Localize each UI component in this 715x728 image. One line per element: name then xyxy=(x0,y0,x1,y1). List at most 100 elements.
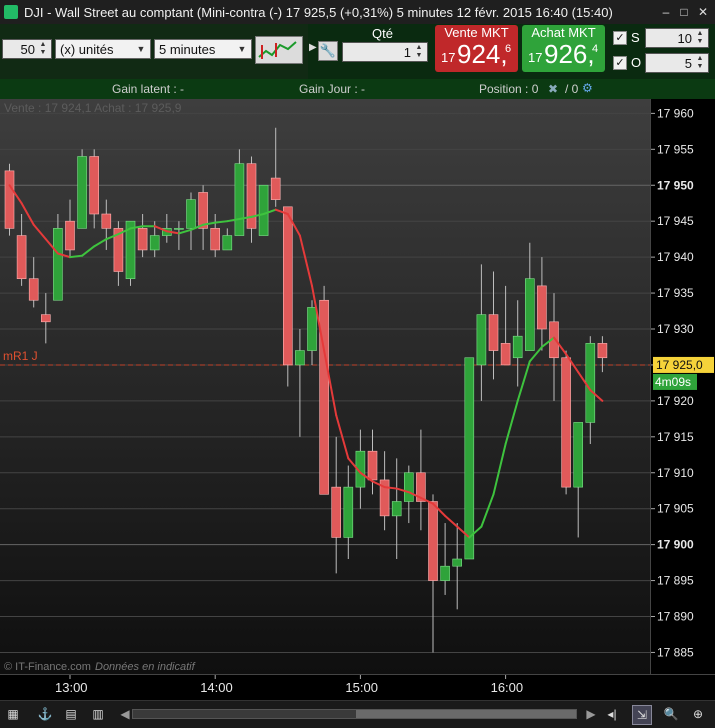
sell-caption: Vente MKT xyxy=(444,25,509,40)
candle-body xyxy=(174,228,184,230)
maximize-icon[interactable]: □ xyxy=(676,4,692,20)
scroll-right-icon[interactable]: ▶ xyxy=(582,705,600,723)
qty-spinner[interactable]: 1 ▲ ▼ xyxy=(342,42,428,62)
stop-spinner[interactable]: 10 ▲ ▼ xyxy=(645,28,709,48)
candle-body xyxy=(597,343,608,359)
price-tick-label: 17 940 xyxy=(657,250,694,264)
candle-body xyxy=(331,486,342,538)
candle-body xyxy=(585,343,596,423)
time-tick-label: 14:00 xyxy=(200,680,233,695)
buy-price-prefix: 17 xyxy=(528,50,543,65)
price-axis[interactable]: 17 960 17 955 17 950 17 945 17 940 17 935 17 9… xyxy=(650,99,715,674)
candle-body xyxy=(367,450,378,481)
candle-body xyxy=(488,314,499,351)
units-label: (x) unités xyxy=(60,42,114,57)
time-tick-label: 13:00 xyxy=(55,680,88,695)
spin-arrows-icon[interactable]: ▲ ▼ xyxy=(37,41,49,57)
buy-market-button[interactable]: Achat MKT 17 926, 4 xyxy=(522,25,605,72)
candle-body xyxy=(234,163,245,236)
price-tick-label: 17 885 xyxy=(657,645,694,659)
time-tick-label: 15:00 xyxy=(345,680,378,695)
candle-body xyxy=(307,307,317,351)
price-tick-label: 17 950 xyxy=(657,178,694,192)
candle-body xyxy=(210,228,220,251)
time-axis[interactable]: 13:00 14:00 15:00 16:00 xyxy=(0,674,715,701)
window-title: DJI - Wall Street au comptant (Mini-cont… xyxy=(24,5,613,20)
candle-body xyxy=(524,278,535,351)
step-back-icon[interactable]: ◂| xyxy=(603,705,621,723)
candle-body xyxy=(246,163,257,229)
bid-ask-overlay: Vente : 17 924,1 Achat : 17 925,9 xyxy=(4,101,182,115)
price-tick-label: 17 895 xyxy=(657,574,694,588)
countdown-label: 4m09s xyxy=(655,375,691,389)
wrench-icon[interactable]: 🔧 xyxy=(318,41,338,61)
ma-segment xyxy=(516,360,531,402)
price-tick-label: 17 945 xyxy=(657,214,694,228)
price-tick-label: 17 910 xyxy=(657,466,694,480)
bottom-toolbar: ▦ ⚓ ▤ ▥ ◀ ▶ ◂| ⇲ 🔍 ⊕ xyxy=(0,700,715,728)
position-value: Position : 0 xyxy=(479,82,539,96)
close-position-icon[interactable]: ✖ xyxy=(548,82,558,96)
ma-segment xyxy=(480,493,495,528)
price-chart[interactable]: Vente : 17 924,1 Achat : 17 925,9 mR1 J … xyxy=(0,99,650,674)
chevron-down-icon: ▼ xyxy=(136,44,146,54)
price-tick-label: 17 955 xyxy=(657,142,694,156)
mr1-level-label: mR1 J xyxy=(3,349,38,363)
chart-export-icon[interactable]: ▤ xyxy=(62,705,80,723)
candle-body xyxy=(452,558,463,567)
ma-segment xyxy=(492,443,507,496)
price-tick-label: 17 900 xyxy=(657,538,694,552)
spin-arrows-icon[interactable]: ▲ ▼ xyxy=(413,44,425,60)
candle-body xyxy=(198,192,208,229)
candle-body xyxy=(101,213,112,229)
close-icon[interactable]: ✕ xyxy=(695,4,711,20)
chart-style-icon[interactable] xyxy=(255,36,303,64)
ma-segment xyxy=(214,220,229,224)
candle-body xyxy=(258,184,269,236)
candle-body xyxy=(149,235,160,251)
candle-body xyxy=(537,285,547,330)
price-tick-label: 17 935 xyxy=(657,286,694,300)
chart-settings-icon[interactable]: ▥ xyxy=(89,705,107,723)
sell-price-prefix: 17 xyxy=(441,50,456,65)
sell-market-button[interactable]: Vente MKT 17 924, 6 xyxy=(435,25,518,72)
layout-icon[interactable]: ▦ xyxy=(4,705,22,723)
candles-group xyxy=(4,127,608,653)
candle-body xyxy=(186,199,196,229)
scrollbar-thumb[interactable] xyxy=(356,710,576,718)
candle-body xyxy=(500,343,511,366)
timeframe-label: 5 minutes xyxy=(159,42,216,57)
settings-gear-icon[interactable]: ⚙ xyxy=(582,81,593,95)
stop-checkbox[interactable]: ✓ xyxy=(613,31,627,45)
spin-arrows-icon[interactable]: ▲ ▼ xyxy=(694,55,706,71)
zoom-in-icon[interactable]: ⊕ xyxy=(689,705,707,723)
price-tick-label: 17 890 xyxy=(657,610,694,624)
minimize-icon[interactable]: – xyxy=(658,4,674,20)
candle-body xyxy=(53,228,63,301)
candle-body xyxy=(295,350,305,366)
pin-icon[interactable]: ⚓ xyxy=(36,705,54,723)
window-titlebar: DJI - Wall Street au comptant (Mini-cont… xyxy=(0,0,715,25)
candle-body xyxy=(573,422,584,488)
candle-body xyxy=(440,565,450,581)
ma-segment xyxy=(177,228,192,235)
bars-count-value: 50 xyxy=(20,42,35,57)
timeframe-select[interactable]: 5 minutes ▼ xyxy=(154,39,252,59)
bars-count-spinner[interactable]: 50 ▲ ▼ xyxy=(2,39,52,59)
sell-price-sup: 6 xyxy=(505,43,512,55)
candlestick-chart: Vente : 17 924,1 Achat : 17 925,9 mR1 J … xyxy=(0,101,650,673)
horizontal-scrollbar[interactable] xyxy=(132,709,577,719)
price-axis-svg: 17 960 17 955 17 950 17 945 17 940 17 935 17 9… xyxy=(651,106,714,659)
units-select[interactable]: (x) unités ▼ xyxy=(55,39,151,59)
candle-body xyxy=(282,206,293,366)
candle-body xyxy=(65,220,75,251)
zoom-out-icon[interactable]: 🔍 xyxy=(662,705,680,723)
price-tick-label: 17 920 xyxy=(657,394,694,408)
moving-average-segments xyxy=(8,184,604,539)
spin-arrows-icon[interactable]: ▲ ▼ xyxy=(694,30,706,46)
fit-icon[interactable]: ⇲ xyxy=(632,705,652,725)
objective-checkbox[interactable]: ✓ xyxy=(613,56,627,70)
candle-body xyxy=(428,501,438,581)
ma-segment xyxy=(444,514,459,528)
objective-spinner[interactable]: 5 ▲ ▼ xyxy=(645,53,709,73)
